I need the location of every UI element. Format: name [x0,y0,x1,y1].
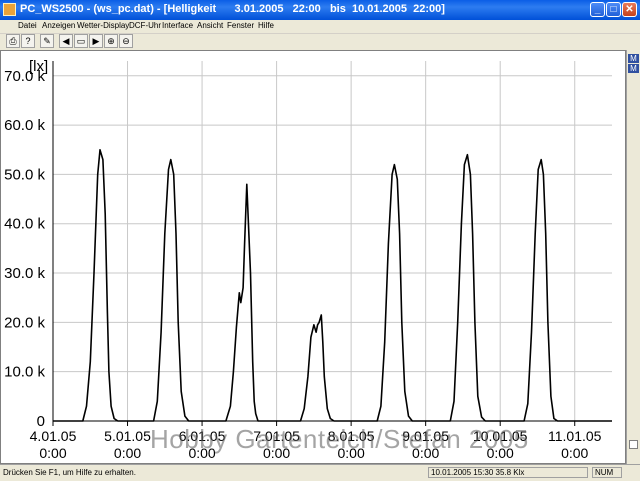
menu-dcf-uhr[interactable]: DCF-Uhr [129,21,161,30]
menu-bar: Datei Anzeigen Wetter-Display DCF-Uhr In… [0,20,640,34]
status-bar: Drücken Sie F1, um Hilfe zu erhalten. 10… [0,464,640,481]
menu-fenster[interactable]: Fenster [227,21,254,30]
y-tick-label: 40.0 k [4,216,45,233]
title-bar: PC_WS2500 - (ws_pc.dat) - [Helligkeit 3.… [0,0,640,20]
menu-interface[interactable]: Interface [162,21,193,30]
zoom-out-icon[interactable]: ⊖ [119,34,133,48]
help-icon[interactable]: ? [21,34,35,48]
arrow-left-icon[interactable]: ◀ [59,34,73,48]
x-tick-time-label: 0:00 [39,445,66,461]
maximize-button[interactable]: □ [606,2,621,17]
y-tick-label: 70.0 k [4,68,45,85]
y-tick-label: 50.0 k [4,166,45,183]
series-lines [53,149,612,422]
x-tick-time-label: 0:00 [561,445,588,461]
menu-datei[interactable]: Datei [18,21,37,30]
watermark-text: Hobby Gartenteich/Stefan 2005 [150,424,529,454]
grid-lines [53,61,612,421]
menu-anzeigen[interactable]: Anzeigen [42,21,75,30]
side-marker-2[interactable]: M [628,64,639,73]
side-marker-1[interactable]: M [628,54,639,63]
app-icon[interactable] [3,3,16,16]
brightness-series-line [53,149,612,422]
x-tick-date-label: 5.01.05 [104,428,151,444]
arrow-right-icon[interactable]: ▶ [89,34,103,48]
x-tick-date-label: 11.01.05 [548,428,602,444]
window-title: PC_WS2500 - (ws_pc.dat) - [Helligkeit 3.… [20,3,445,15]
y-tick-label: 20.0 k [4,314,45,331]
pen-icon[interactable]: ✎ [40,34,54,48]
fit-icon[interactable]: ▭ [74,34,88,48]
y-tick-labels: 010.0 k20.0 k30.0 k40.0 k50.0 k60.0 k70.… [4,68,45,430]
chart-axes: [lx] [29,58,612,426]
side-knob[interactable] [629,440,638,449]
minimize-button[interactable]: _ [590,2,605,17]
x-tick-time-label: 0:00 [114,445,141,461]
toolbar: ⎙ ? ✎ ◀ ▭ ▶ ⊕ ⊖ [0,34,640,49]
y-tick-label: 60.0 k [4,117,45,134]
zoom-in-icon[interactable]: ⊕ [104,34,118,48]
menu-ansicht[interactable]: Ansicht [197,21,223,30]
menu-wetter-display[interactable]: Wetter-Display [77,21,129,30]
print-icon[interactable]: ⎙ [6,34,20,48]
status-num: NUM [592,467,622,478]
menu-hilfe[interactable]: Hilfe [258,21,274,30]
close-button[interactable]: ✕ [622,2,637,17]
side-strip: M M [626,50,640,464]
status-readout: 10.01.2005 15:30 35.8 Klx [428,467,588,478]
y-tick-label: 10.0 k [4,364,45,381]
chart-area[interactable]: [lx] 0 10.0 k 20.0 k 30.0 k 40.0 k 50.0 k 60.0… [0,50,626,464]
brightness-chart: [lx] 010.0 k20.0 k30.0 k40.0 k50.0 k60.0… [4,58,612,461]
status-hint: Drücken Sie F1, um Hilfe zu erhalten. [3,468,136,477]
x-tick-date-label: 4.01.05 [30,428,77,444]
y-tick-label: 30.0 k [4,265,45,282]
